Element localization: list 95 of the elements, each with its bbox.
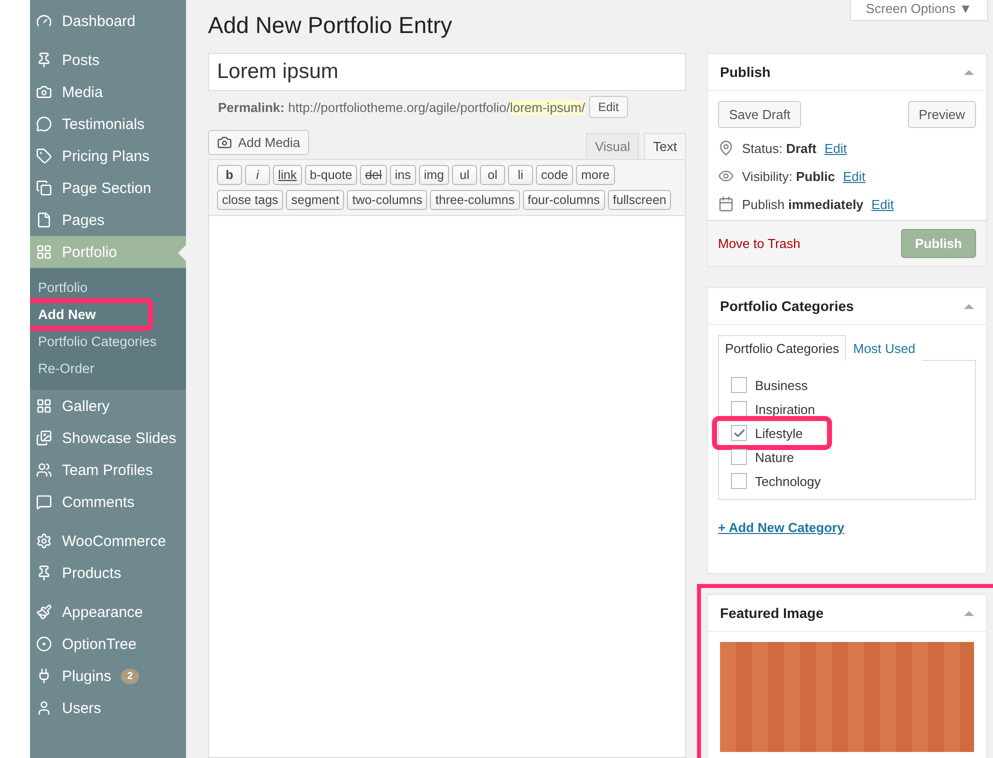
sidebar-item[interactable]: Plugins 2 xyxy=(30,660,186,692)
menu-icon xyxy=(36,700,52,716)
menu-icon xyxy=(36,398,52,414)
photo-placeholder[interactable] xyxy=(720,642,974,752)
category-option[interactable]: Business xyxy=(731,373,963,397)
sidebar-item[interactable]: OptionTree xyxy=(30,628,186,660)
quicktag-button[interactable]: three-columns xyxy=(430,190,520,210)
quicktag-button[interactable]: del xyxy=(360,165,387,185)
collapse-icon[interactable] xyxy=(964,304,974,308)
quicktag-button[interactable]: ins xyxy=(390,165,416,185)
sidebar-item[interactable]: Posts xyxy=(30,44,186,76)
edit-link[interactable]: Edit xyxy=(824,140,847,156)
checkbox[interactable] xyxy=(731,449,747,465)
quicktag-button[interactable]: b-quote xyxy=(304,165,358,185)
quicktag-button[interactable]: i xyxy=(245,165,270,185)
menu-icon xyxy=(36,13,52,29)
menu-icon xyxy=(36,116,52,132)
menu-icon xyxy=(36,636,52,652)
preview-button[interactable]: Preview xyxy=(908,101,976,128)
menu-icon xyxy=(36,84,52,100)
add-category-link[interactable]: + Add New Category xyxy=(718,520,976,535)
media-icon xyxy=(217,135,232,150)
meta-icon xyxy=(718,140,734,156)
menu-icon xyxy=(36,52,52,68)
sidebar-item[interactable]: Page Section xyxy=(30,172,186,204)
editor-tab[interactable]: Visual xyxy=(586,133,640,159)
meta-icon xyxy=(718,168,734,184)
quicktag-button[interactable]: close tags xyxy=(217,190,284,210)
permalink-edit-button[interactable]: Edit xyxy=(589,96,628,118)
sidebar-item[interactable]: Testimonials xyxy=(30,108,186,140)
text-editor[interactable]: b i link b-quote del ins img ul ol li code more close tags segment two-columns three-columns four-columns fullscreen xyxy=(208,159,686,758)
quicktag-button[interactable]: more xyxy=(576,165,615,185)
menu-icon xyxy=(36,244,52,260)
quicktag-button[interactable]: code xyxy=(536,165,574,185)
move-to-trash-link[interactable]: Move to Trash xyxy=(718,236,800,251)
menu-icon xyxy=(36,212,52,228)
menu-icon xyxy=(36,430,52,446)
publish-meta: Visibility: Public xyxy=(742,168,835,184)
category-option[interactable]: Nature xyxy=(731,445,963,469)
sidebar-item[interactable]: WooCommerce xyxy=(30,525,186,557)
menu-icon xyxy=(36,462,52,478)
title-input[interactable]: Lorem ipsum xyxy=(208,53,686,91)
panel-title: Featured Image xyxy=(720,605,824,621)
panel-title: Portfolio Categories xyxy=(720,298,854,314)
sidebar-item[interactable]: Appearance xyxy=(30,596,186,628)
checkbox[interactable] xyxy=(731,377,747,393)
publish-meta: Publish immediately xyxy=(742,196,864,212)
sidebar-item[interactable]: Products xyxy=(30,557,186,589)
category-tab[interactable]: Portfolio Categories xyxy=(718,335,846,361)
editor-tab[interactable]: Text xyxy=(644,133,686,159)
sidebar-item[interactable]: Pricing Plans xyxy=(30,140,186,172)
menu-icon xyxy=(36,604,52,620)
submenu-item[interactable]: Add New xyxy=(30,301,150,328)
checkbox[interactable] xyxy=(731,425,747,441)
sidebar-item[interactable]: Dashboard xyxy=(30,5,186,37)
menu-icon xyxy=(36,180,52,196)
menu-icon xyxy=(36,533,52,549)
category-option[interactable]: Inspiration xyxy=(731,397,963,421)
checkbox[interactable] xyxy=(731,401,747,417)
screen-options-button[interactable]: Screen Options ▼ xyxy=(850,0,988,21)
sidebar-item[interactable]: Comments xyxy=(30,486,186,518)
quicktag-button[interactable]: ol xyxy=(480,165,505,185)
sidebar-item[interactable]: Media xyxy=(30,76,186,108)
sidebar-item[interactable]: Showcase Slides xyxy=(30,422,186,454)
quicktag-button[interactable]: segment xyxy=(286,190,344,210)
menu-icon xyxy=(36,494,52,510)
sidebar-item[interactable]: Gallery xyxy=(30,390,186,422)
quicktag-button[interactable]: link xyxy=(273,165,302,185)
edit-link[interactable]: Edit xyxy=(842,168,866,184)
menu-icon xyxy=(36,565,52,581)
menu-icon xyxy=(36,148,52,164)
collapse-icon[interactable] xyxy=(964,610,974,616)
checkbox[interactable] xyxy=(731,473,747,489)
quicktag-button[interactable]: fullscreen xyxy=(608,190,672,210)
publish-meta: Status: Draft xyxy=(742,140,816,156)
quicktag-button[interactable]: two-columns xyxy=(347,190,428,210)
sidebar-item[interactable]: Pages xyxy=(30,204,186,236)
add-media-button[interactable]: Add Media xyxy=(208,130,310,155)
save-draft-button[interactable]: Save Draft xyxy=(718,101,802,128)
update-count: 2 xyxy=(121,668,139,684)
permalink-text: Permalink: http://portfoliotheme.org/agile/portfolio/lorem-ipsum/ xyxy=(218,100,586,114)
collapse-icon[interactable] xyxy=(964,70,974,74)
panel-title: Publish xyxy=(720,64,771,80)
meta-icon xyxy=(718,196,734,212)
category-option[interactable]: Technology xyxy=(731,469,963,493)
quicktag-button[interactable]: li xyxy=(508,165,533,185)
edit-link[interactable]: Edit xyxy=(871,196,894,212)
sidebar-item[interactable]: Team Profiles xyxy=(30,454,186,486)
quicktag-button[interactable]: four-columns xyxy=(522,190,605,210)
page-title: Add New Portfolio Entry xyxy=(208,12,452,39)
quicktag-button[interactable]: ul xyxy=(452,165,477,185)
quicktag-button[interactable]: img xyxy=(418,165,449,185)
category-option[interactable]: Lifestyle xyxy=(717,421,827,445)
quicktag-button[interactable]: b xyxy=(217,165,242,185)
sidebar-item[interactable]: Users xyxy=(30,692,186,724)
